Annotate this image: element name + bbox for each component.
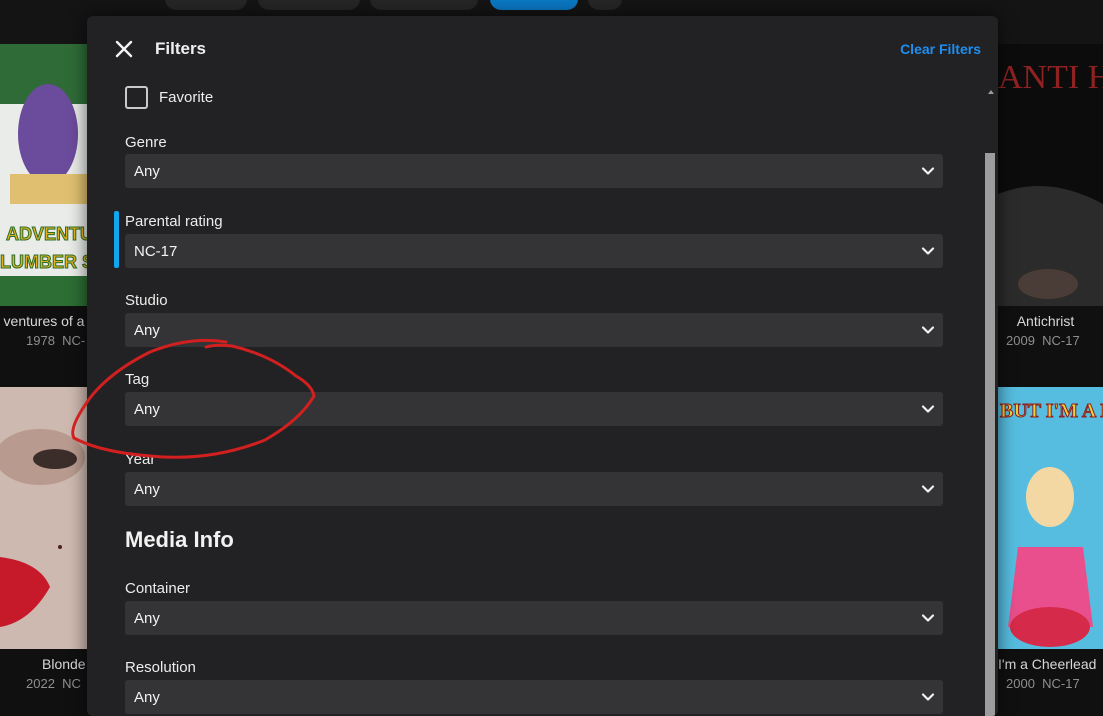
poster-art: ADVENTU LUMBER S: [0, 44, 100, 306]
chevron-down-icon: [921, 693, 935, 701]
tag-label: Tag: [125, 371, 150, 388]
genre-value: Any: [134, 163, 160, 180]
favorite-checkbox-row[interactable]: Favorite: [125, 83, 213, 111]
nav-pill[interactable]: [588, 0, 622, 10]
close-icon: [115, 40, 133, 58]
dialog-title: Filters: [155, 39, 207, 58]
year-select[interactable]: Any: [125, 472, 943, 506]
parental-rating-label: Parental rating: [125, 213, 223, 230]
container-select[interactable]: Any: [125, 601, 943, 635]
chevron-down-icon: [921, 485, 935, 493]
favorite-label: Favorite: [159, 88, 214, 106]
genre-select[interactable]: Any: [125, 154, 943, 188]
close-button[interactable]: [112, 37, 136, 61]
poster-meta: 1978 NC-: [26, 333, 86, 348]
scroll-up-icon[interactable]: [988, 90, 994, 94]
dialog-header: Filters Clear Filters: [87, 16, 998, 80]
svg-text:BUT I'M A EERLEADE: BUT I'M A EERLEADE: [1000, 400, 1103, 422]
chevron-down-icon: [921, 326, 935, 334]
year-label: Year: [125, 451, 156, 468]
studio-label: Studio: [125, 292, 168, 309]
chevron-down-icon: [921, 247, 935, 255]
chevron-down-icon: [921, 167, 935, 175]
nav-pill[interactable]: [165, 0, 247, 10]
poster-meta: 2009 NC-17: [1006, 333, 1080, 348]
poster-art: BUT I'M A EERLEADE: [998, 387, 1103, 649]
tag-select[interactable]: Any: [125, 392, 943, 426]
poster-art: ANTI HRIS: [998, 44, 1103, 306]
year-value: Any: [134, 481, 160, 498]
container-label: Container: [125, 580, 191, 597]
filters-dialog: Filters Clear Filters Favorite Genre Any…: [87, 16, 998, 716]
poster-title[interactable]: I'm a Cheerlead: [998, 656, 1103, 672]
poster-cheerleader[interactable]: BUT I'M A EERLEADE: [998, 387, 1103, 649]
parental-rating-select[interactable]: NC-17: [125, 234, 943, 268]
svg-text:LUMBER S: LUMBER S: [0, 252, 94, 272]
poster-blonde[interactable]: [0, 387, 100, 649]
resolution-label: Resolution: [125, 659, 196, 676]
studio-value: Any: [134, 322, 160, 339]
parental-rating-value: NC-17: [134, 243, 178, 260]
studio-select[interactable]: Any: [125, 313, 943, 347]
section-title-media-info: Media Info: [125, 527, 234, 552]
favorite-checkbox[interactable]: [125, 85, 148, 109]
poster-art: [0, 387, 100, 649]
svg-text:ANTI HRIS: ANTI HRIS: [998, 59, 1103, 96]
chevron-down-icon: [921, 614, 935, 622]
focus-indicator: [114, 211, 119, 268]
nav-pill[interactable]: [258, 0, 360, 10]
poster-meta: 2000 NC-17: [1006, 676, 1080, 691]
tag-value: Any: [134, 401, 160, 418]
poster-antichrist[interactable]: ANTI HRIS: [998, 44, 1103, 306]
poster-title[interactable]: Antichrist: [998, 313, 1093, 329]
chevron-down-icon: [921, 405, 935, 413]
scrollbar-thumb[interactable]: [985, 153, 995, 716]
svg-text:ADVENTU: ADVENTU: [6, 224, 93, 244]
resolution-value: Any: [134, 689, 160, 706]
poster-meta: 2022 NC: [26, 676, 81, 691]
poster-adventures[interactable]: ADVENTU LUMBER S: [0, 44, 100, 306]
poster-title[interactable]: ventures of a: [0, 313, 92, 329]
resolution-select[interactable]: Any: [125, 680, 943, 714]
container-value: Any: [134, 610, 160, 627]
nav-pill-active[interactable]: [490, 0, 578, 10]
nav-pill[interactable]: [370, 0, 478, 10]
clear-filters-button[interactable]: Clear Filters: [900, 41, 981, 57]
genre-label: Genre: [125, 134, 167, 151]
